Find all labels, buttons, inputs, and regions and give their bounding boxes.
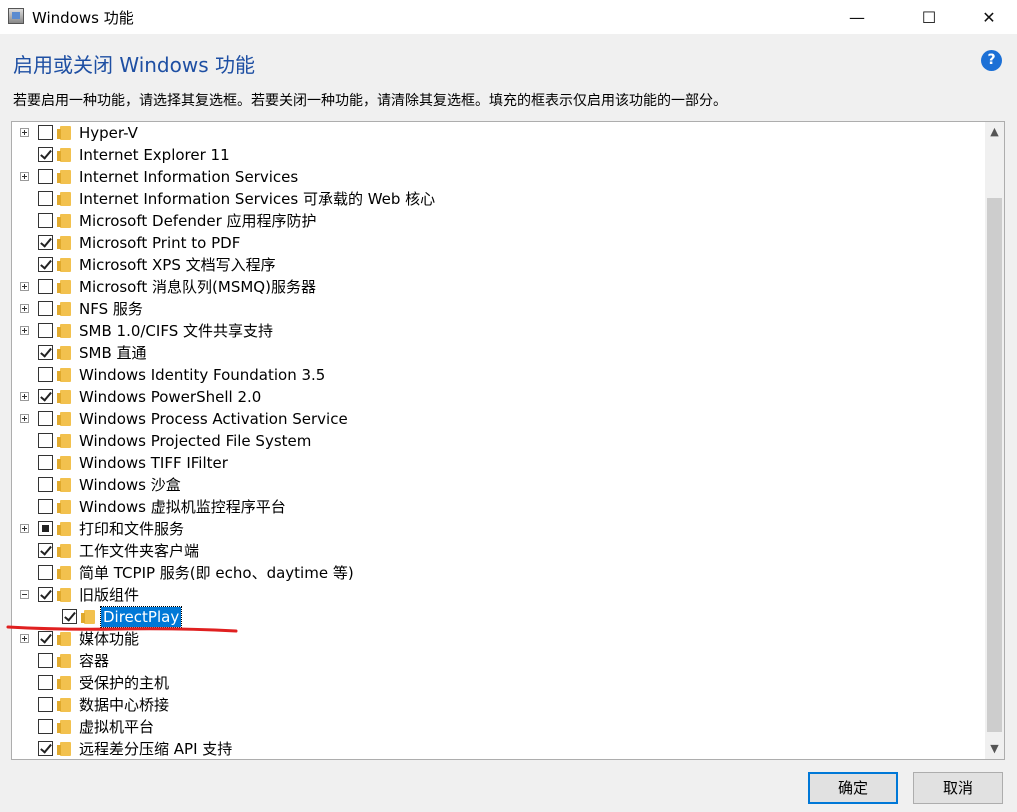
red-underline-annotation	[6, 625, 238, 633]
ok-button[interactable]: 确定	[808, 772, 898, 804]
cancel-button[interactable]: 取消	[913, 772, 1003, 804]
